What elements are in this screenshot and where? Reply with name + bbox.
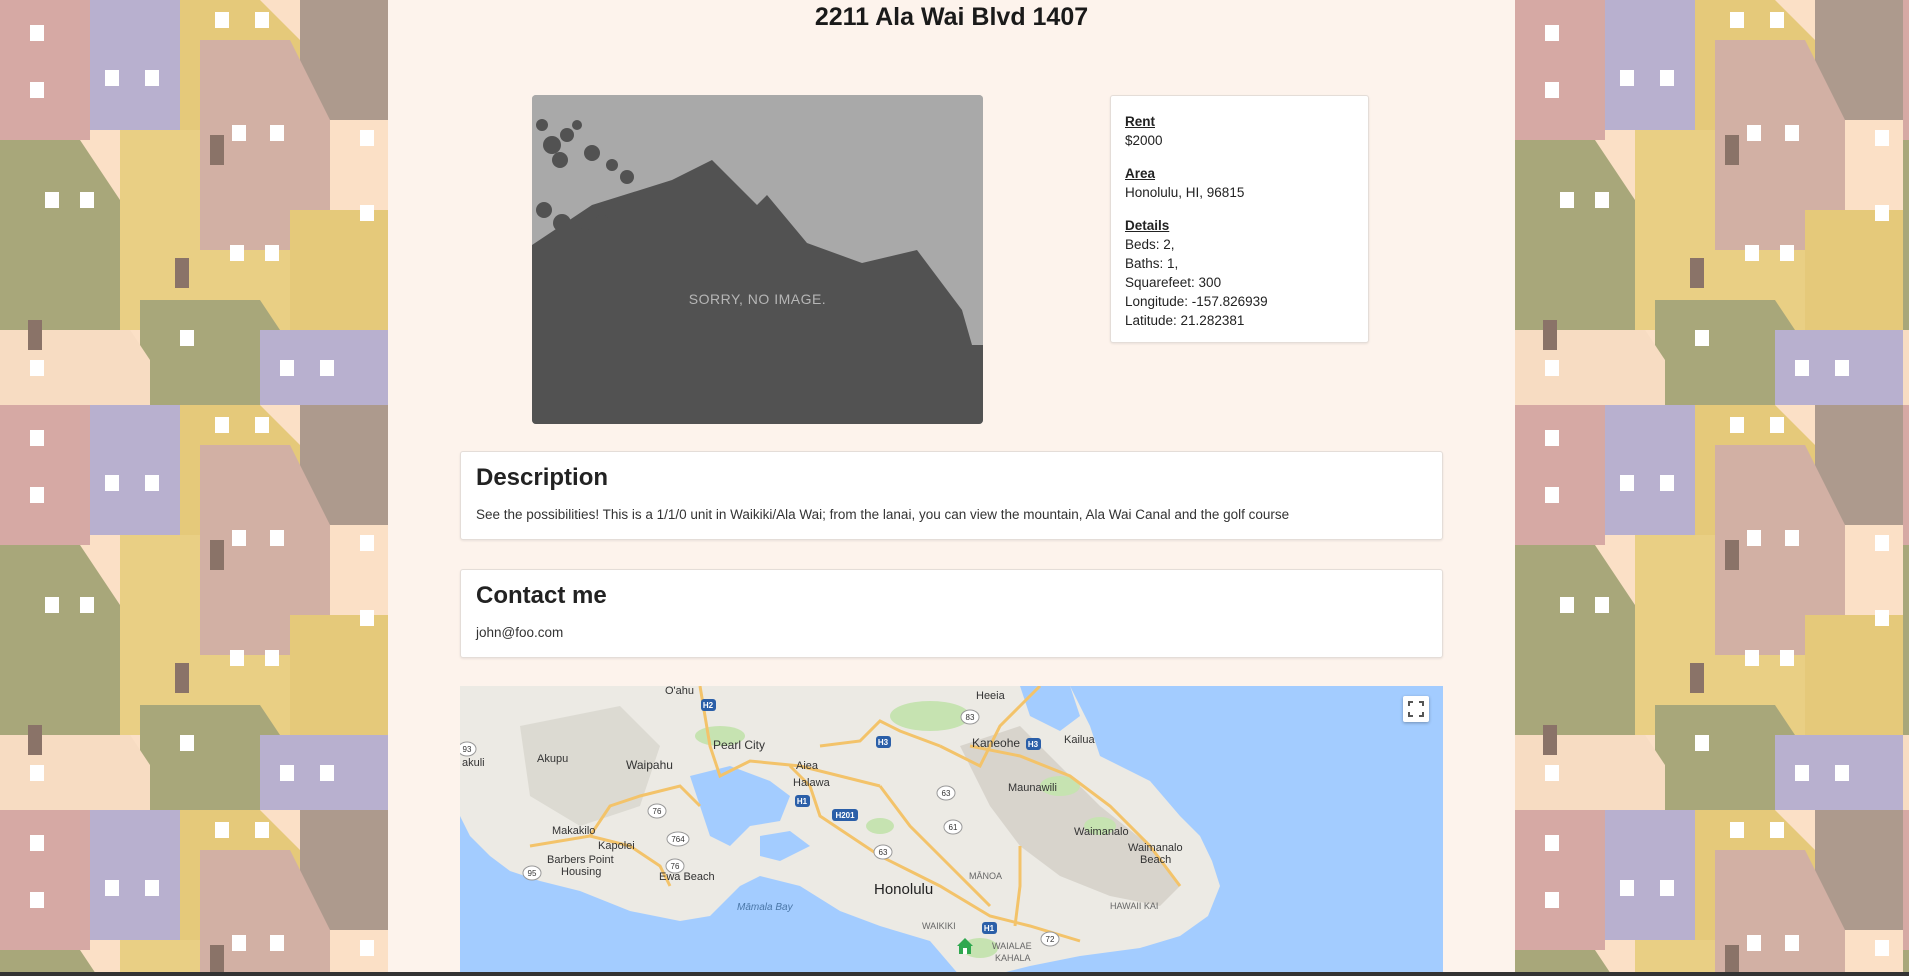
details-label: Details — [1125, 218, 1170, 233]
squarefeet-value: Squarefeet: 300 — [1125, 275, 1222, 290]
shield-r93: 93 — [463, 745, 472, 754]
description-text: See the possibilities! This is a 1/1/0 u… — [476, 507, 1290, 522]
description-heading: Description — [476, 464, 609, 491]
rent-label: Rent — [1125, 114, 1155, 129]
bottom-edge — [0, 972, 1909, 976]
listing-info-card: Rent $2000 Area Honolulu, HI, 96815 Deta… — [1110, 95, 1369, 343]
contact-email: john@foo.com — [476, 625, 564, 640]
area-value: Honolulu, HI, 96815 — [1125, 185, 1245, 200]
contact-card: Contact me john@foo.com — [460, 569, 1443, 658]
shield-r764: 764 — [671, 835, 685, 844]
no-image-silhouette — [532, 95, 983, 424]
map-canvas[interactable]: O'ahu Heeia Kaneohe Kailua Pearl City Ai… — [460, 686, 1443, 976]
map-label-mamala-bay: Māmala Bay — [737, 902, 794, 913]
shield-r76b: 76 — [671, 862, 680, 871]
location-map[interactable]: O'ahu Heeia Kaneohe Kailua Pearl City Ai… — [460, 686, 1443, 976]
rent-value: $2000 — [1125, 133, 1163, 148]
fullscreen-button[interactable] — [1403, 696, 1429, 722]
shield-h3b: H3 — [1028, 740, 1039, 749]
shield-h201: H201 — [835, 811, 855, 820]
background-pattern-left — [0, 0, 388, 976]
shield-r83: 83 — [966, 713, 975, 722]
map-label-housing: Housing — [561, 866, 601, 878]
shield-r63b: 63 — [879, 848, 888, 857]
fullscreen-icon — [1408, 701, 1424, 717]
map-label-waimanalo-beach-2: Beach — [1140, 854, 1171, 866]
beds-value: Beds: 2, — [1125, 237, 1175, 252]
contact-heading: Contact me — [476, 582, 607, 609]
map-label-honolulu: Honolulu — [874, 881, 933, 898]
map-label-waimanalo-beach-1: Waimanalo — [1128, 842, 1183, 854]
map-label-waimanalo: Waimanalo — [1074, 826, 1129, 838]
shield-h3a: H3 — [878, 738, 889, 747]
background-pattern-right — [1515, 0, 1909, 976]
shield-h2: H2 — [703, 701, 714, 710]
map-label-waialae: WAIALAE — [992, 941, 1032, 951]
map-label-kailua: Kailua — [1064, 734, 1095, 746]
map-label-heeia: Heeia — [976, 690, 1006, 702]
map-label-maunawili: Maunawili — [1008, 782, 1057, 794]
shield-r95: 95 — [528, 869, 537, 878]
map-label-pearl-city: Pearl City — [713, 738, 765, 752]
map-label-kapolei: Kapolei — [598, 840, 635, 852]
shield-r63a: 63 — [942, 789, 951, 798]
listing-content: 2211 Ala Wai Blvd 1407 SORRY, NO IMAGE. … — [388, 0, 1515, 976]
shield-h1b: H1 — [984, 924, 995, 933]
map-label-makakilo: Makakilo — [552, 825, 595, 837]
map-label-akupu: Akupu — [537, 753, 568, 765]
shield-h1a: H1 — [797, 797, 808, 806]
map-label-makua: akuli — [462, 757, 485, 769]
map-label-waikiki: WAIKIKI — [922, 921, 956, 931]
map-label-manoa: MĀNOA — [969, 871, 1002, 881]
shield-r72: 72 — [1046, 935, 1055, 944]
listing-title: 2211 Ala Wai Blvd 1407 — [814, 3, 1089, 31]
longitude-value: Longitude: -157.826939 — [1125, 294, 1268, 309]
houses-pattern-right — [1515, 0, 1909, 976]
shield-r61: 61 — [949, 823, 958, 832]
map-label-aiea: Aiea — [796, 760, 819, 772]
map-label-kaneohe: Kaneohe — [972, 736, 1020, 750]
no-image-text: SORRY, NO IMAGE. — [688, 291, 827, 307]
map-label-oahu: O'ahu — [665, 686, 694, 697]
map-label-ewa-beach: Ewa Beach — [659, 871, 715, 883]
map-label-barbers-point: Barbers Point — [547, 854, 614, 866]
baths-value: Baths: 1, — [1125, 256, 1179, 271]
map-label-waipahu: Waipahu — [626, 758, 673, 772]
map-label-kahala: KAHALA — [995, 953, 1031, 963]
latitude-value: Latitude: 21.282381 — [1125, 313, 1245, 328]
description-card: Description See the possibilities! This … — [460, 451, 1443, 540]
area-label: Area — [1125, 166, 1156, 181]
listing-image-placeholder: SORRY, NO IMAGE. — [532, 95, 983, 424]
map-label-halawa: Halawa — [793, 777, 831, 789]
shield-r76a: 76 — [653, 807, 662, 816]
map-label-hawaii-kai: HAWAII KAI — [1110, 901, 1158, 911]
houses-pattern-left — [0, 0, 388, 976]
